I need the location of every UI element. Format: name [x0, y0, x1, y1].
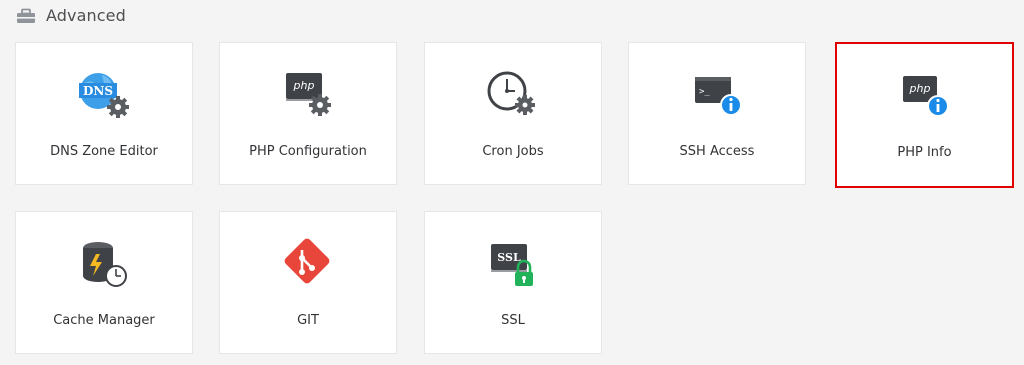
tile-label: GIT [297, 313, 319, 328]
tile-label: PHP Info [897, 145, 952, 160]
tile-label: Cache Manager [53, 313, 155, 328]
tile-php-info[interactable]: php PHP Info [835, 42, 1014, 188]
svg-text:SSL: SSL [497, 251, 521, 264]
dns-gear-icon: DNS [74, 67, 134, 121]
svg-text:DNS: DNS [83, 84, 113, 98]
git-icon [278, 236, 338, 290]
terminal-info-icon: >_ [687, 67, 747, 121]
toolbox-icon [16, 7, 36, 25]
php-gear-icon: php [278, 67, 338, 121]
advanced-section-header: Advanced [16, 6, 126, 25]
database-clock-icon [74, 236, 134, 290]
tile-php-configuration[interactable]: php PHP Configuration [219, 42, 397, 185]
svg-text:>_: >_ [699, 87, 710, 97]
tile-label: Cron Jobs [482, 144, 544, 159]
php-info-icon: php [895, 68, 955, 122]
section-title: Advanced [46, 6, 126, 25]
svg-text:php: php [908, 82, 930, 95]
tile-dns-zone-editor[interactable]: DNS DNS Zone Editor [15, 42, 193, 185]
tile-cache-manager[interactable]: Cache Manager [15, 211, 193, 354]
tile-cron-jobs[interactable]: Cron Jobs [424, 42, 602, 185]
tile-label: SSL [501, 313, 525, 328]
tile-ssh-access[interactable]: >_ SSH Access [628, 42, 806, 185]
clock-gear-icon [483, 67, 543, 121]
tile-label: SSH Access [679, 144, 755, 159]
tile-label: PHP Configuration [249, 144, 367, 159]
svg-text:php: php [293, 79, 315, 92]
tile-ssl[interactable]: SSL SSL [424, 211, 602, 354]
tile-label: DNS Zone Editor [50, 144, 158, 159]
tile-git[interactable]: GIT [219, 211, 397, 354]
ssl-lock-icon: SSL [483, 236, 543, 290]
